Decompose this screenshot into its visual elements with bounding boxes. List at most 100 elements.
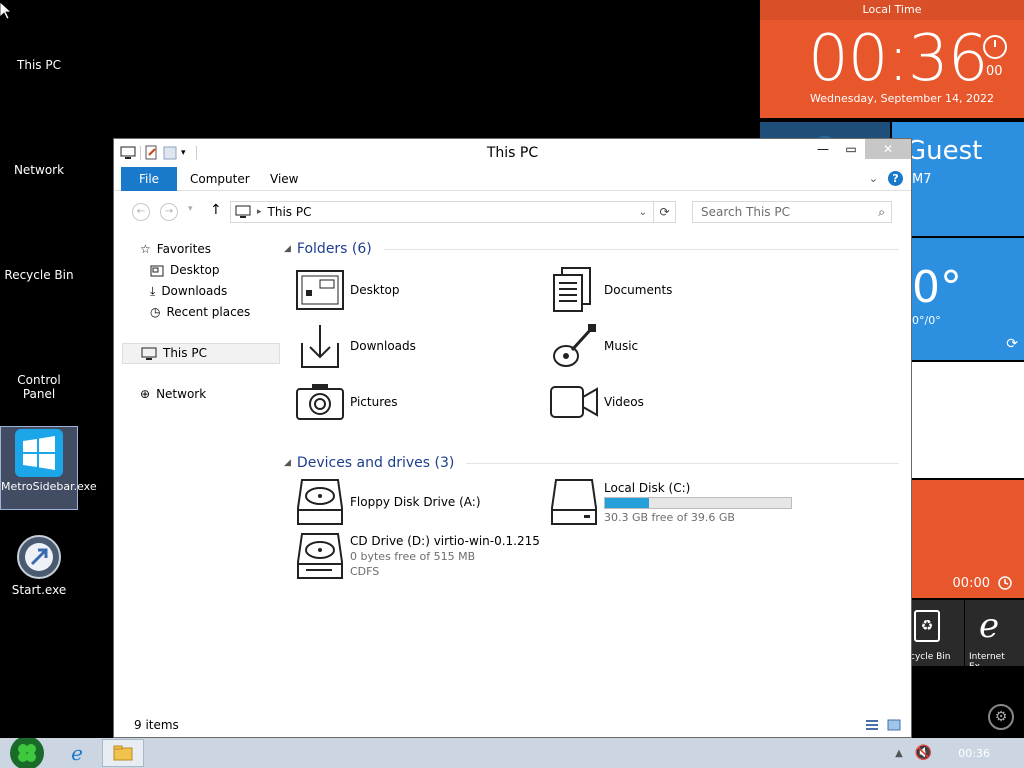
ribbon-right: ⌄ ? bbox=[869, 171, 903, 186]
weather-range: 0°/0° bbox=[912, 314, 941, 327]
folder-documents[interactable]: Documents bbox=[550, 265, 672, 315]
desktop-icon-label: Start.exe bbox=[11, 583, 67, 597]
large-icons-view-icon[interactable] bbox=[887, 719, 901, 731]
folder-desktop[interactable]: Desktop bbox=[296, 265, 400, 315]
blank-tile[interactable] bbox=[912, 362, 1024, 478]
clock-date: Wednesday, September 14, 2022 bbox=[810, 92, 994, 105]
start-orb-icon bbox=[17, 535, 61, 579]
nav-recent-places[interactable]: ◷ Recent places bbox=[122, 302, 280, 323]
nav-label: Recent places bbox=[166, 305, 251, 319]
taskbar-file-explorer[interactable] bbox=[102, 739, 144, 767]
back-button[interactable]: ← bbox=[132, 203, 150, 221]
nav-this-pc[interactable]: This PC bbox=[122, 343, 280, 364]
drive-cd-d[interactable]: CD Drive (D:) virtio-win-0.1.215 0 bytes… bbox=[296, 531, 540, 581]
gear-icon[interactable]: ⚙ bbox=[988, 704, 1014, 730]
address-dropdown-icon[interactable]: ⌄ bbox=[639, 207, 647, 218]
star-icon: ☆ bbox=[140, 242, 151, 256]
content-pane: ◢ Folders (6) Desktop Documents Download… bbox=[284, 239, 899, 593]
folder-name: Videos bbox=[604, 395, 644, 409]
address-bar[interactable]: ▸ This PC ⌄ bbox=[230, 201, 654, 223]
alarm-time: 00:00 bbox=[952, 576, 990, 591]
desktop-icon-network[interactable]: Network bbox=[0, 163, 78, 177]
folder-name: Music bbox=[604, 339, 639, 353]
collapse-icon: ◢ bbox=[284, 458, 291, 468]
clock-icon: ◷ bbox=[150, 305, 161, 319]
folder-name: Downloads bbox=[350, 339, 416, 353]
nav-desktop[interactable]: Desktop bbox=[122, 260, 280, 281]
start-button[interactable] bbox=[8, 736, 46, 768]
folder-pictures[interactable]: Pictures bbox=[296, 377, 398, 427]
desktop-icon-metrosidebar[interactable]: MetroSidebar.exe bbox=[0, 426, 97, 510]
nav-downloads[interactable]: ⤓ Downloads bbox=[122, 281, 280, 302]
drive-name: CD Drive (D:) virtio-win-0.1.215 bbox=[350, 534, 540, 548]
drive-floppy[interactable]: Floppy Disk Drive (A:) bbox=[296, 477, 481, 527]
folder-music[interactable]: Music bbox=[550, 321, 638, 371]
navigation-pane: ☆ Favorites Desktop ⤓ Downloads ◷ Recent… bbox=[122, 239, 280, 405]
expand-ribbon-icon[interactable]: ⌄ bbox=[869, 172, 878, 185]
disk-usage-bar bbox=[604, 496, 792, 509]
drive-name: Local Disk (C:) bbox=[604, 480, 691, 495]
recent-locations-icon[interactable]: ▾ bbox=[188, 204, 193, 214]
help-icon[interactable]: ? bbox=[888, 171, 903, 186]
minimize-button[interactable]: — bbox=[809, 139, 837, 159]
internet-explorer-icon: e bbox=[979, 606, 1000, 646]
forward-button[interactable]: → bbox=[160, 203, 178, 221]
taskbar-clock[interactable]: 00:36 bbox=[958, 747, 990, 760]
desktop-icon-recycle-bin[interactable]: Recycle Bin bbox=[0, 268, 78, 282]
disk-usage-fill bbox=[605, 497, 649, 508]
desktop-icon-label: Recycle Bin bbox=[4, 268, 74, 282]
videos-folder-icon bbox=[550, 378, 598, 426]
desktop-icon-start-exe[interactable]: Start.exe bbox=[0, 534, 78, 597]
item-count: 9 items bbox=[134, 718, 179, 732]
alarm-clock-icon bbox=[998, 576, 1012, 590]
folder-icon bbox=[113, 745, 133, 761]
recycle-bin-tile[interactable]: ♻ cycle Bin bbox=[910, 600, 964, 666]
folder-videos[interactable]: Videos bbox=[550, 377, 644, 427]
taskbar: e ▲ 🔇 00:36 bbox=[0, 736, 1024, 768]
details-view-icon[interactable] bbox=[865, 719, 879, 731]
breadcrumb[interactable]: This PC bbox=[268, 205, 312, 219]
group-title: Devices and drives (3) bbox=[296, 455, 455, 471]
refresh-icon[interactable]: ⟳ bbox=[1006, 336, 1018, 352]
mouse-cursor-icon bbox=[0, 2, 12, 20]
internet-explorer-tile[interactable]: e Internet Ex... bbox=[965, 600, 1024, 666]
title-bar: ▾ This PC — ▭ ✕ bbox=[114, 139, 911, 167]
drive-info: Local Disk (C:) 30.3 GB free of 39.6 GB bbox=[604, 481, 792, 524]
folders-grid: Desktop Documents Downloads Music Pictur… bbox=[284, 259, 899, 427]
desktop-icon-label: This PC bbox=[17, 58, 61, 72]
desktop-icon-this-pc[interactable]: This PC bbox=[0, 58, 78, 72]
nav-favorites[interactable]: ☆ Favorites bbox=[122, 239, 280, 260]
group-folders-header[interactable]: ◢ Folders (6) bbox=[284, 239, 899, 259]
desktop-icon-control-panel[interactable]: Control Panel bbox=[0, 373, 78, 401]
hard-disk-icon bbox=[550, 478, 598, 526]
maximize-button[interactable]: ▭ bbox=[837, 139, 865, 159]
tab-file[interactable]: File bbox=[121, 167, 177, 191]
volume-muted-icon[interactable]: 🔇 bbox=[915, 745, 932, 761]
show-hidden-icons-icon[interactable]: ▲ bbox=[895, 748, 903, 759]
folder-name: Documents bbox=[604, 283, 673, 297]
nav-network[interactable]: ⊕ Network bbox=[122, 384, 280, 405]
internet-explorer-icon: e bbox=[71, 741, 83, 765]
refresh-button[interactable]: ⟳ bbox=[654, 201, 676, 223]
breadcrumb-chevron-icon[interactable]: ▸ bbox=[257, 207, 262, 217]
up-button[interactable]: ↑ bbox=[210, 202, 222, 218]
documents-folder-icon bbox=[550, 266, 598, 314]
weather-tile[interactable]: 0° 0°/0° ⟳ bbox=[912, 238, 1024, 360]
taskbar-internet-explorer[interactable]: e bbox=[56, 739, 98, 767]
close-button[interactable]: ✕ bbox=[865, 139, 911, 159]
clock-seconds: 00 bbox=[986, 64, 1003, 79]
folder-downloads[interactable]: Downloads bbox=[296, 321, 416, 371]
drive-local-c[interactable]: Local Disk (C:) 30.3 GB free of 39.6 GB bbox=[550, 477, 792, 527]
nav-label: Network bbox=[156, 387, 207, 401]
clock-header: Local Time bbox=[760, 0, 1024, 20]
tab-computer[interactable]: Computer bbox=[190, 167, 250, 191]
collapse-icon: ◢ bbox=[284, 244, 291, 254]
group-drives-header[interactable]: ◢ Devices and drives (3) bbox=[284, 453, 899, 473]
window-controls: — ▭ ✕ bbox=[809, 139, 911, 159]
system-tray: ▲ 🔇 00:36 bbox=[895, 738, 1024, 768]
clock-tile[interactable]: Local Time 00:36 00 Wednesday, September… bbox=[760, 0, 1024, 118]
search-input[interactable]: Search This PC ⌕ bbox=[692, 201, 892, 223]
tab-view[interactable]: View bbox=[270, 167, 298, 191]
nav-label: This PC bbox=[163, 346, 207, 360]
search-placeholder: Search This PC bbox=[701, 205, 790, 219]
